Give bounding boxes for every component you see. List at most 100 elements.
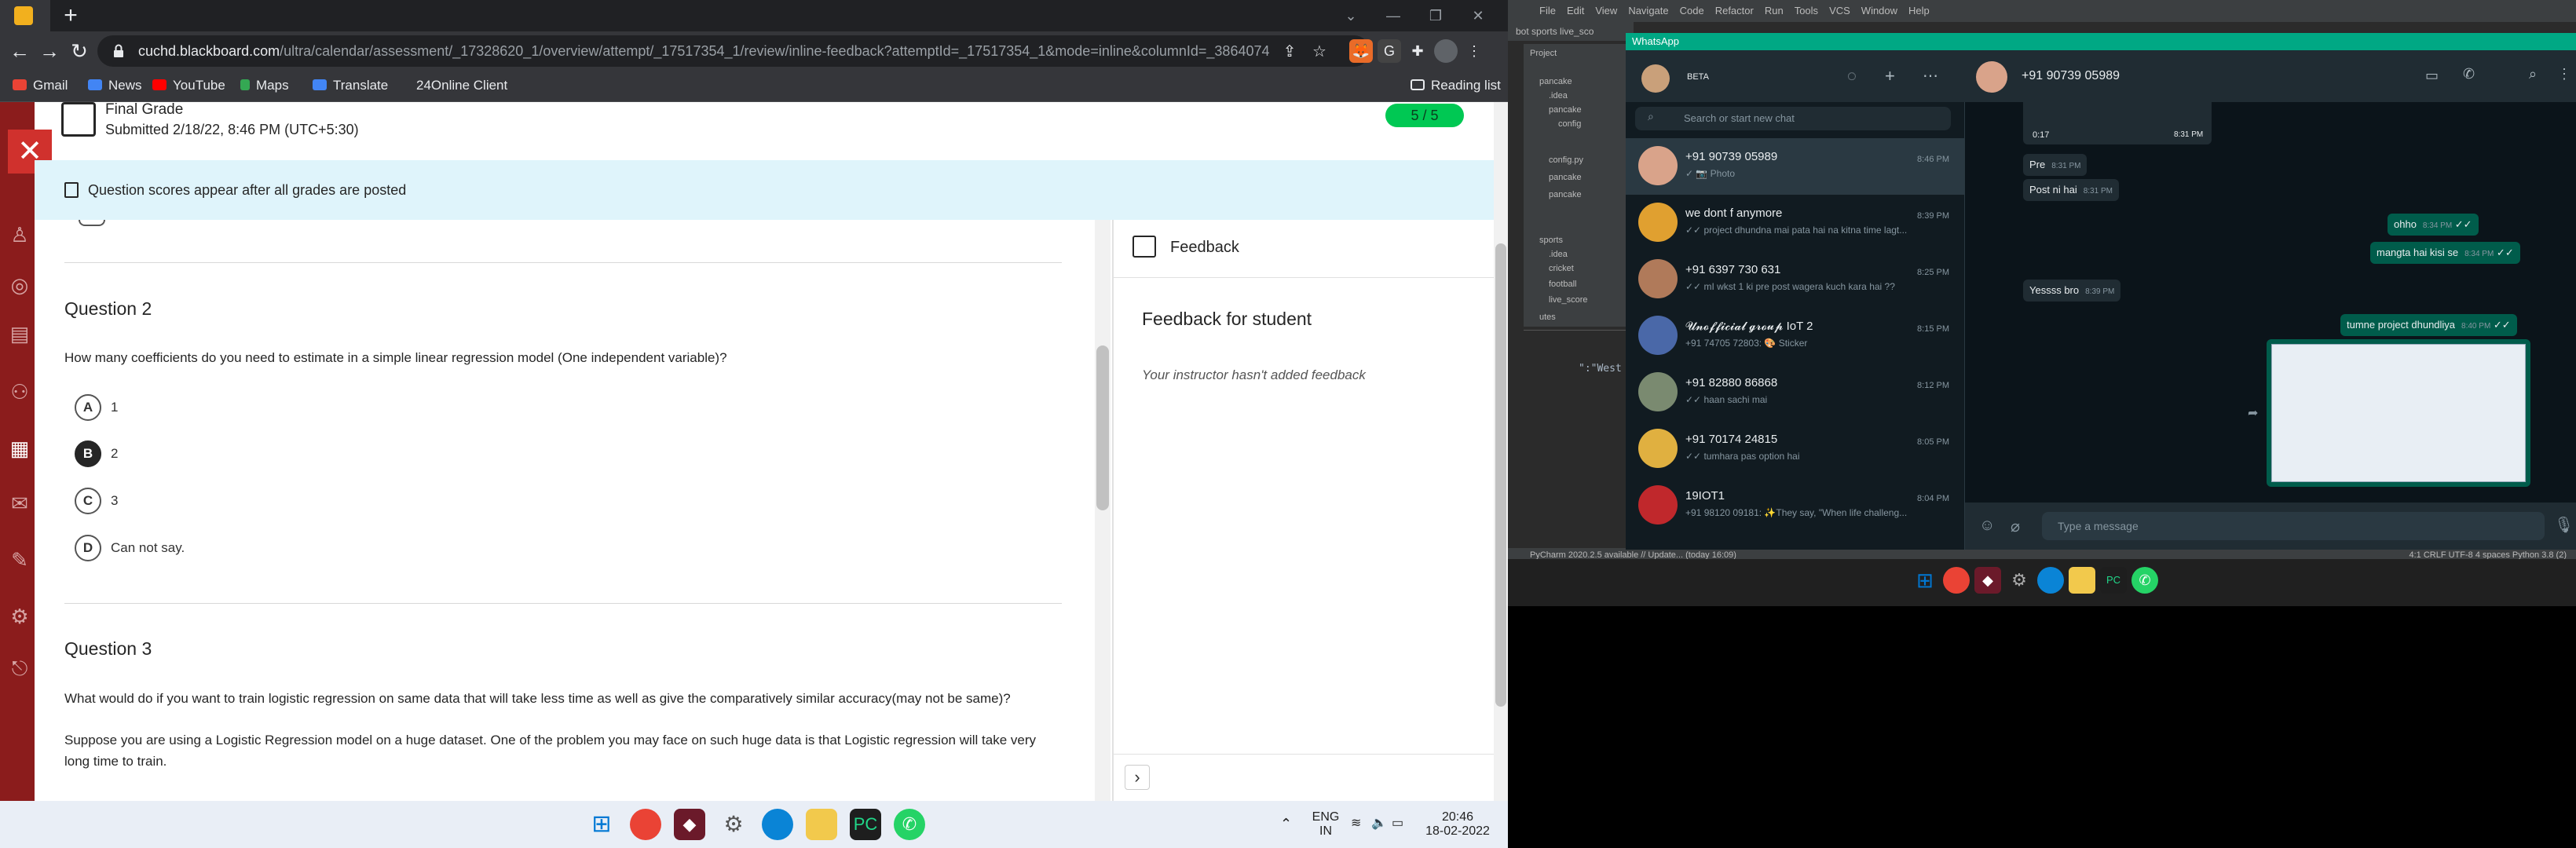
chrome-taskbar-icon[interactable]	[630, 809, 661, 840]
pycharm-taskbar-icon[interactable]: PC	[850, 809, 881, 840]
battery-icon[interactable]: ▭	[1392, 817, 1403, 831]
chrome-taskbar-icon[interactable]	[1943, 567, 1970, 594]
kebab-menu-icon[interactable]: ⋮	[1462, 39, 1486, 63]
windows-start-icon[interactable]: ⊞	[586, 809, 617, 840]
back-button[interactable]: ←	[6, 38, 33, 64]
tree-item[interactable]: pancake	[1549, 171, 1582, 184]
extensions-puzzle-icon[interactable]: ✚	[1406, 39, 1429, 63]
share-icon[interactable]: ⇪	[1279, 41, 1301, 63]
maximize-button[interactable]: ❐	[1420, 3, 1451, 28]
bookmark-news[interactable]: News	[88, 72, 142, 99]
file-explorer-taskbar-icon[interactable]	[806, 809, 837, 840]
contact-name[interactable]: +91 90739 05989	[2022, 68, 2120, 85]
menu-help[interactable]: Help	[1908, 5, 1930, 16]
emoji-icon[interactable]: ☺	[1979, 517, 1995, 535]
my-avatar[interactable]	[1641, 64, 1670, 93]
chevron-down-icon[interactable]: ⌄	[1335, 3, 1367, 28]
message-bubble-in[interactable]: Pre 8:31 PM	[2023, 154, 2088, 176]
phone-icon[interactable]: ✆	[2463, 66, 2475, 82]
status-icon[interactable]: ◌	[1847, 68, 1857, 86]
search-icon[interactable]: ⌕	[2529, 66, 2537, 82]
menu-dots-icon[interactable]: ⋮	[2557, 66, 2571, 82]
forward-button[interactable]: →	[36, 38, 63, 64]
edge-taskbar-icon[interactable]	[762, 809, 793, 840]
settings-taskbar-icon[interactable]: ⚙	[2006, 567, 2033, 594]
pycharm-taskbar-icon[interactable]: PC	[2100, 567, 2127, 594]
bookmark-translate[interactable]: Translate	[313, 72, 388, 99]
tree-item[interactable]: pancake	[1539, 75, 1572, 88]
message-bubble-in[interactable]: Yessss bro 8:39 PM	[2023, 280, 2121, 302]
metamask-extension-icon[interactable]: 🦊	[1349, 39, 1373, 63]
institution-globe-icon[interactable]: ◎	[8, 273, 31, 297]
sign-out-icon[interactable]: ⎋	[8, 656, 31, 680]
volume-icon[interactable]: 🔈	[1371, 817, 1387, 831]
settings-taskbar-icon[interactable]: ⚙	[718, 809, 749, 840]
menu-code[interactable]: Code	[1680, 5, 1704, 16]
forward-icon[interactable]: ➦	[2248, 405, 2258, 421]
reading-list-button[interactable]: Reading list	[1411, 72, 1501, 99]
clock[interactable]: 20:46 18-02-2022	[1420, 810, 1495, 839]
tree-item[interactable]: utes	[1539, 311, 1556, 323]
tree-item[interactable]: config.py	[1549, 154, 1583, 166]
active-tab[interactable]	[0, 0, 50, 31]
message-bubble-out[interactable]: tumne project dhundliya 8:40 PM ✓✓	[2340, 314, 2517, 336]
menu-window[interactable]: Window	[1861, 5, 1897, 16]
menu-tools[interactable]: Tools	[1795, 5, 1818, 16]
new-tab-button[interactable]: +	[58, 3, 83, 28]
microphone-icon[interactable]: 🎙	[2554, 515, 2574, 535]
bookmark-maps[interactable]: Maps	[240, 72, 289, 99]
tree-item[interactable]: config	[1558, 118, 1581, 130]
message-bubble-out[interactable]: mangta hai kisi se 8:34 PM ✓✓	[2370, 242, 2520, 264]
minimize-button[interactable]: —	[1378, 3, 1409, 28]
tree-item[interactable]: Project	[1530, 47, 1557, 60]
bookmark-youtube[interactable]: YouTube	[152, 72, 225, 99]
page-scroll-thumb[interactable]	[1495, 243, 1506, 707]
menu-navigate[interactable]: Navigate	[1628, 5, 1668, 16]
menu-edit[interactable]: Edit	[1567, 5, 1584, 16]
whatsapp-taskbar-icon[interactable]: ✆	[894, 809, 925, 840]
new-chat-icon[interactable]: +	[1885, 66, 1895, 86]
message-bubble-in[interactable]: Post ni hai 8:31 PM	[2023, 179, 2119, 201]
tree-item[interactable]: sports	[1539, 234, 1563, 247]
questions-scrollbar[interactable]	[1095, 220, 1111, 801]
language-indicator[interactable]: ENG IN	[1308, 810, 1343, 839]
edge-taskbar-icon[interactable]	[2037, 567, 2064, 594]
profile-avatar[interactable]	[1434, 39, 1458, 63]
menu-view[interactable]: View	[1595, 5, 1617, 16]
tree-item[interactable]: pancake	[1549, 188, 1582, 201]
whatsapp-taskbar-icon[interactable]: ✆	[2131, 567, 2158, 594]
menu-file[interactable]: File	[1539, 5, 1556, 16]
messages-icon[interactable]: ✉	[8, 492, 31, 515]
chevron-right-icon[interactable]: ›	[1125, 765, 1150, 790]
attach-icon[interactable]: ⌀	[2011, 517, 2020, 536]
chevron-up-icon[interactable]: ⌃	[1280, 817, 1292, 831]
bookmark-24online[interactable]: 24Online Client	[416, 72, 507, 99]
courses-icon[interactable]: ▤	[8, 322, 31, 345]
bookmark-gmail[interactable]: Gmail	[13, 72, 68, 99]
menu-vcs[interactable]: VCS	[1829, 5, 1850, 16]
pycharm-breadcrumb[interactable]: bot sports live_sco	[1508, 22, 1634, 41]
organizations-icon[interactable]: ⚇	[8, 380, 31, 404]
grades-icon[interactable]: ✎	[8, 548, 31, 572]
contact-avatar[interactable]	[1976, 61, 2007, 93]
menu-run[interactable]: Run	[1765, 5, 1784, 16]
reload-button[interactable]: ↻	[66, 38, 93, 64]
close-window-button[interactable]: ✕	[1462, 3, 1494, 28]
tree-item[interactable]: pancake	[1549, 104, 1582, 116]
game-app-taskbar-icon[interactable]: ◆	[1974, 567, 2001, 594]
windows-start-icon[interactable]: ⊞	[1912, 567, 1938, 594]
menu-dots-icon[interactable]: ⋯	[1923, 66, 1938, 86]
tree-item[interactable]: football	[1549, 278, 1576, 291]
file-explorer-taskbar-icon[interactable]	[2069, 567, 2095, 594]
tree-item[interactable]: cricket	[1549, 262, 1574, 275]
wifi-icon[interactable]: ≋	[1351, 817, 1361, 831]
questions-scroll-thumb[interactable]	[1096, 345, 1109, 510]
url-text[interactable]: cuchd.blackboard.com/ultra/calendar/asse…	[138, 42, 1269, 60]
menu-refactor[interactable]: Refactor	[1715, 5, 1754, 16]
grammar-extension-icon[interactable]: G	[1378, 39, 1401, 63]
tree-item[interactable]: live_score	[1549, 294, 1588, 306]
game-app-taskbar-icon[interactable]: ◆	[674, 809, 705, 840]
bookmark-star-icon[interactable]: ☆	[1308, 41, 1330, 63]
tools-icon[interactable]: ⚙	[8, 605, 31, 628]
tree-item[interactable]: .idea	[1549, 90, 1568, 102]
